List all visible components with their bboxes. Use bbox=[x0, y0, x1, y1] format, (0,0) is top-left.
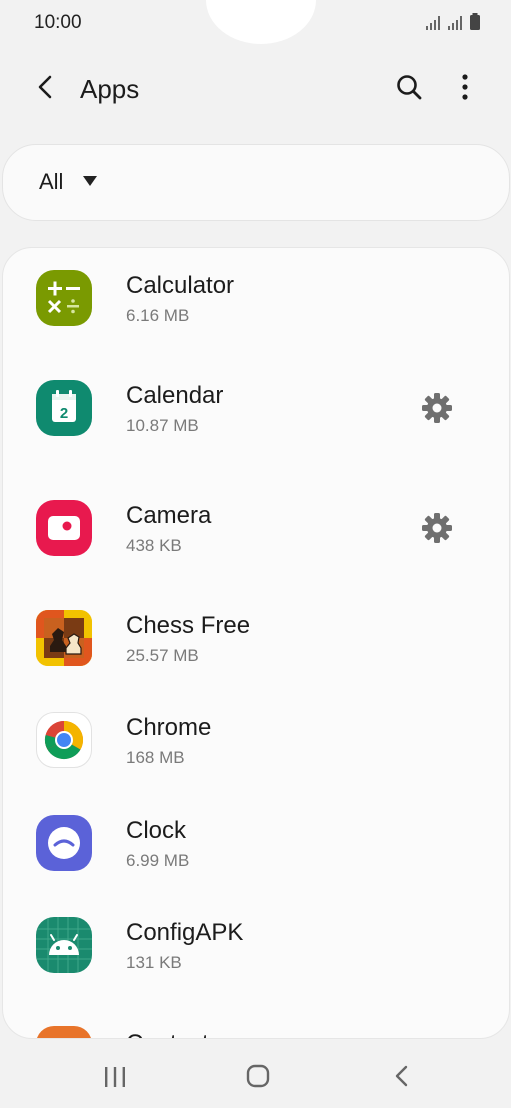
battery-icon bbox=[470, 13, 480, 30]
app-filter-dropdown[interactable]: All bbox=[2, 144, 510, 221]
list-item-configapk[interactable]: ConfigAPK 131 KB bbox=[3, 895, 509, 995]
list-item-chess-free[interactable]: Chess Free 25.57 MB bbox=[3, 588, 509, 688]
gear-icon bbox=[422, 393, 452, 423]
search-icon bbox=[397, 75, 422, 100]
list-item-calendar[interactable]: 2 Calendar 10.87 MB bbox=[3, 358, 509, 458]
calendar-settings-button[interactable] bbox=[420, 391, 454, 425]
chrome-app-icon bbox=[36, 712, 92, 768]
list-item-camera[interactable]: Camera 438 KB bbox=[3, 478, 509, 578]
svg-text:2: 2 bbox=[60, 405, 68, 422]
app-name: Clock bbox=[126, 817, 187, 844]
app-name: Contacts bbox=[126, 1030, 221, 1038]
app-name: Calendar bbox=[126, 382, 224, 409]
page-title: Apps bbox=[80, 74, 140, 104]
back-arrow-icon bbox=[38, 75, 52, 99]
contacts-app-icon bbox=[36, 1026, 92, 1038]
calculator-app-icon bbox=[36, 270, 92, 326]
app-size: 25.57 MB bbox=[126, 646, 199, 665]
back-button[interactable] bbox=[28, 70, 62, 104]
app-size: 6.16 MB bbox=[126, 306, 190, 325]
status-time: 10:00 bbox=[34, 12, 82, 33]
back-chevron-icon bbox=[395, 1065, 408, 1087]
recent-apps-button[interactable] bbox=[100, 1064, 130, 1090]
list-item-contacts[interactable]: Contacts bbox=[3, 998, 509, 1038]
app-size: 168 MB bbox=[126, 748, 185, 767]
home-button[interactable] bbox=[244, 1062, 272, 1090]
app-size: 131 KB bbox=[126, 953, 182, 972]
screen: 10:00 Apps All Calculator 6.16 MB 2 Cale… bbox=[0, 0, 511, 1108]
gear-icon bbox=[422, 513, 452, 543]
clock-app-icon bbox=[36, 815, 92, 871]
signal-icon bbox=[426, 16, 440, 30]
app-name: Calculator bbox=[126, 272, 235, 299]
recent-apps-icon bbox=[105, 1067, 125, 1087]
camera-notch bbox=[206, 0, 316, 44]
app-name: Camera bbox=[126, 502, 212, 529]
app-name: ConfigAPK bbox=[126, 919, 244, 946]
android-app-icon bbox=[36, 917, 92, 973]
system-navigation-bar bbox=[0, 1044, 511, 1108]
camera-settings-button[interactable] bbox=[420, 511, 454, 545]
app-name: Chrome bbox=[126, 714, 212, 741]
filter-selected-value: All bbox=[39, 169, 64, 194]
search-button[interactable] bbox=[392, 70, 426, 104]
app-size: 6.99 MB bbox=[126, 851, 190, 870]
camera-app-icon bbox=[36, 500, 92, 556]
apps-list: Calculator 6.16 MB 2 Calendar 10.87 MB C… bbox=[2, 247, 510, 1039]
list-item-clock[interactable]: Clock 6.99 MB bbox=[3, 793, 509, 893]
status-icons bbox=[425, 13, 481, 31]
app-name: Chess Free bbox=[126, 612, 251, 639]
chess-app-icon bbox=[36, 610, 92, 666]
app-size: 438 KB bbox=[126, 536, 182, 555]
home-icon bbox=[246, 1064, 270, 1088]
more-vertical-icon bbox=[462, 74, 468, 100]
system-back-button[interactable] bbox=[390, 1062, 414, 1090]
app-bar: Apps bbox=[0, 56, 511, 120]
status-bar: 10:00 bbox=[0, 0, 511, 44]
app-size: 10.87 MB bbox=[126, 416, 199, 435]
list-item-chrome[interactable]: Chrome 168 MB bbox=[3, 690, 509, 790]
list-item-calculator[interactable]: Calculator 6.16 MB bbox=[3, 248, 509, 348]
signal-icon-2 bbox=[448, 16, 462, 30]
calendar-app-icon: 2 bbox=[36, 380, 92, 436]
dropdown-caret-icon bbox=[83, 176, 97, 186]
more-options-button[interactable] bbox=[452, 70, 478, 104]
